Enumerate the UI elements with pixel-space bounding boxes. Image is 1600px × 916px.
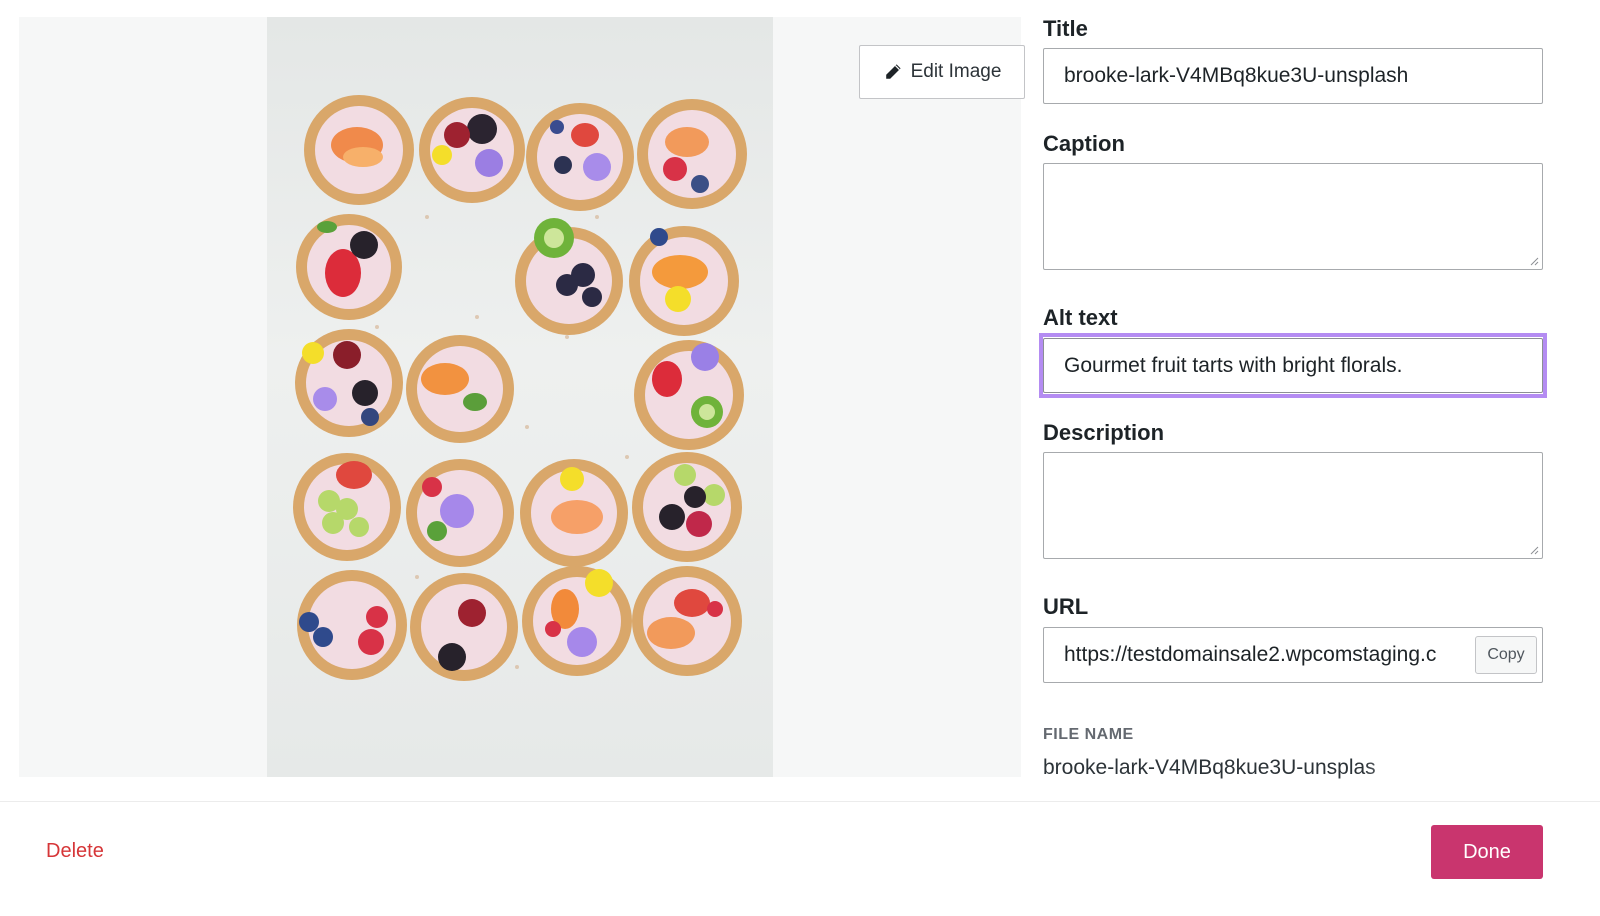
title-input[interactable]: brooke-lark-V4MBq8kue3U-unsplash	[1043, 48, 1543, 104]
footer-divider	[0, 801, 1600, 802]
description-label: Description	[1043, 420, 1165, 445]
edit-image-button[interactable]: Edit Image	[859, 45, 1025, 99]
preview-image	[267, 17, 773, 777]
url-label: URL	[1043, 594, 1089, 619]
alt-text-highlight	[1039, 333, 1547, 398]
done-button[interactable]: Done	[1431, 825, 1543, 879]
title-label: Title	[1043, 16, 1088, 41]
file-name-value: brooke-lark-V4MBq8kue3U-unsplas	[1043, 756, 1376, 779]
delete-link[interactable]: Delete	[46, 840, 104, 863]
resize-grip-icon[interactable]	[1529, 256, 1539, 266]
alt-text-label: Alt text	[1043, 305, 1118, 330]
description-textarea[interactable]	[1043, 452, 1543, 559]
url-value: https://testdomainsale2.wpcomstaging.c	[1064, 643, 1437, 666]
image-preview: Edit Image	[19, 17, 1025, 777]
caption-textarea[interactable]	[1043, 163, 1543, 270]
caption-label: Caption	[1043, 131, 1125, 156]
pencil-icon	[885, 64, 901, 79]
fruit-tarts-illustration	[293, 95, 747, 681]
url-input[interactable]: https://testdomainsale2.wpcomstaging.c C…	[1043, 627, 1543, 683]
copy-url-button[interactable]: Copy	[1475, 636, 1537, 674]
title-value: brooke-lark-V4MBq8kue3U-unsplash	[1064, 64, 1409, 87]
resize-grip-icon[interactable]	[1529, 545, 1539, 555]
edit-image-label: Edit Image	[910, 61, 1002, 82]
file-name-label: FILE NAME	[1043, 726, 1134, 743]
